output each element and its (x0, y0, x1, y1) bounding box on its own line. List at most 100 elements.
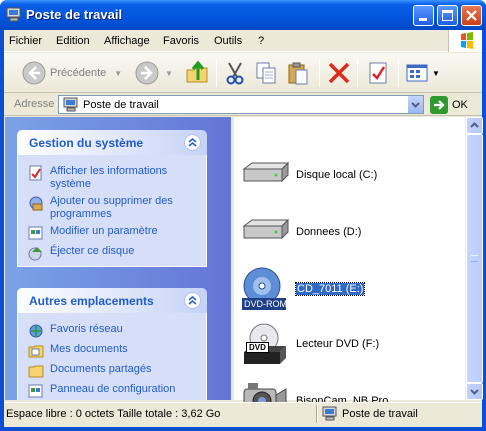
place-my-documents[interactable]: Mes documents (28, 343, 128, 359)
up-folder-icon (186, 60, 208, 83)
maximize-button[interactable] (437, 5, 458, 26)
status-location-label: Poste de travail (342, 407, 418, 420)
status-bar: Espace libre : 0 octets Taille totale : … (4, 402, 482, 424)
address-dropdown-button[interactable] (407, 96, 423, 113)
place-shared-documents[interactable]: Documents partagés (28, 363, 152, 379)
address-label: Adresse (14, 98, 55, 110)
task-change-setting[interactable]: Modifier un paramètre (28, 225, 158, 241)
address-value: Poste de travail (83, 99, 159, 111)
explorer-window: Poste de travail Fichier Edition Afficha… (0, 0, 486, 431)
drive-item-e[interactable]: DVD-ROM CD_7011 (E:) (240, 266, 366, 312)
task-system-info[interactable]: Afficher les informations système (28, 165, 188, 191)
paste-button[interactable] (285, 58, 311, 88)
collapse-chevron-icon[interactable] (184, 292, 201, 309)
back-dropdown-icon[interactable]: ▼ (114, 69, 122, 78)
system-tasks-header[interactable]: Gestion du système (17, 130, 207, 155)
control-panel-icon (28, 384, 43, 398)
toolbar-separator (357, 59, 358, 87)
system-tasks-panel: Afficher les informations système Ajoute… (17, 155, 207, 267)
windows-flag-icon (461, 32, 473, 49)
go-arrow-icon (430, 96, 448, 114)
place-network[interactable]: Favoris réseau (28, 323, 123, 339)
place-label: Panneau de configuration (50, 383, 176, 395)
drive-label: Donnees (D:) (296, 226, 362, 238)
menu-affichage[interactable]: Affichage (104, 35, 150, 47)
status-divider (316, 405, 318, 423)
task-eject-disk[interactable]: Éjecter ce disque (28, 245, 134, 261)
task-pane: Gestion du système Afficher les informat… (5, 117, 231, 400)
scissors-icon (226, 62, 244, 85)
copy-icon (256, 62, 276, 84)
go-label: OK (452, 99, 468, 111)
my-computer-icon (63, 97, 78, 112)
place-label: Favoris réseau (50, 323, 123, 335)
menu-edition[interactable]: Edition (56, 35, 90, 47)
title-bar[interactable]: Poste de travail (0, 0, 486, 30)
standard-toolbar: Précédente ▼ ▼ ▼ (4, 53, 482, 93)
drive-item-d[interactable]: Donnees (D:) (240, 212, 361, 252)
menu-bar: Fichier Edition Affichage Favoris Outils… (4, 30, 482, 52)
task-label: Éjecter ce disque (50, 245, 135, 257)
views-button[interactable]: ▼ (404, 58, 440, 88)
other-places-header[interactable]: Autres emplacements (17, 288, 207, 313)
network-places-icon (29, 324, 43, 338)
vertical-scrollbar[interactable] (465, 117, 483, 400)
up-folder-button[interactable] (185, 58, 211, 88)
address-bar: Adresse Poste de travail OK (4, 94, 482, 116)
chevron-down-icon (470, 389, 479, 395)
menu-help[interactable]: ? (258, 35, 264, 47)
drives-view: Disque local (C:) Donnees (D:) DVD-ROM C… (234, 117, 465, 414)
collapse-chevron-icon[interactable] (184, 134, 201, 151)
other-places-panel: Favoris réseau Mes documents Documents p… (17, 313, 207, 400)
menu-favoris[interactable]: Favoris (163, 35, 199, 47)
cut-button[interactable] (222, 58, 248, 88)
scroll-down-button[interactable] (466, 383, 483, 400)
menu-fichier[interactable]: Fichier (9, 35, 42, 47)
hard-drive-icon (240, 155, 290, 195)
close-button[interactable] (461, 5, 482, 26)
toolbar-separator (398, 59, 399, 87)
task-add-remove-programs[interactable]: Ajouter ou supprimer des programmes (28, 195, 198, 221)
place-label: Documents partagés (50, 363, 152, 375)
drive-item-f[interactable]: DVD Lecteur DVD (F:) (240, 322, 379, 366)
close-icon (466, 10, 477, 21)
go-button[interactable]: OK (430, 96, 468, 114)
hard-drive-icon (240, 212, 290, 252)
delete-x-icon (328, 62, 350, 84)
forward-arrow-icon (135, 61, 159, 85)
properties-icon (369, 62, 387, 84)
place-control-panel[interactable]: Panneau de configuration (28, 383, 175, 399)
dvd-drive-icon: DVD (240, 322, 290, 366)
views-dropdown-icon[interactable]: ▼ (432, 69, 440, 78)
forward-button[interactable]: ▼ (135, 58, 173, 88)
chevron-up-icon (470, 122, 479, 128)
status-disk-info: Espace libre : 0 octets Taille totale : … (6, 408, 221, 420)
eject-icon (28, 247, 42, 261)
address-input[interactable]: Poste de travail (58, 95, 424, 114)
scroll-up-button[interactable] (466, 117, 483, 134)
toolbar-separator (319, 59, 320, 87)
scroll-thumb[interactable] (466, 134, 483, 383)
delete-button[interactable] (326, 58, 352, 88)
drive-item-c[interactable]: Disque local (C:) (240, 155, 377, 195)
back-arrow-icon (22, 61, 46, 85)
back-button[interactable]: Précédente ▼ (22, 58, 122, 88)
chevron-down-icon (411, 102, 420, 108)
windows-logo (448, 30, 482, 52)
toolbar-separator (216, 59, 217, 87)
copy-button[interactable] (253, 58, 279, 88)
forward-dropdown-icon[interactable]: ▼ (165, 69, 173, 78)
drive-label-selected: CD_7011 (E:) (294, 282, 366, 296)
my-computer-icon (6, 7, 21, 22)
other-places-title: Autres emplacements (29, 294, 154, 308)
window-client: Fichier Edition Affichage Favoris Outils… (4, 30, 483, 427)
paste-icon (288, 62, 308, 85)
system-info-icon (29, 165, 42, 181)
minimize-button[interactable] (413, 5, 434, 26)
dvd-rom-overlay: DVD-ROM (244, 299, 287, 309)
properties-button[interactable] (365, 58, 391, 88)
maximize-icon (442, 10, 453, 21)
task-label: Modifier un paramètre (50, 225, 158, 237)
menu-outils[interactable]: Outils (214, 35, 242, 47)
task-label: Ajouter ou supprimer des programmes (50, 195, 173, 220)
